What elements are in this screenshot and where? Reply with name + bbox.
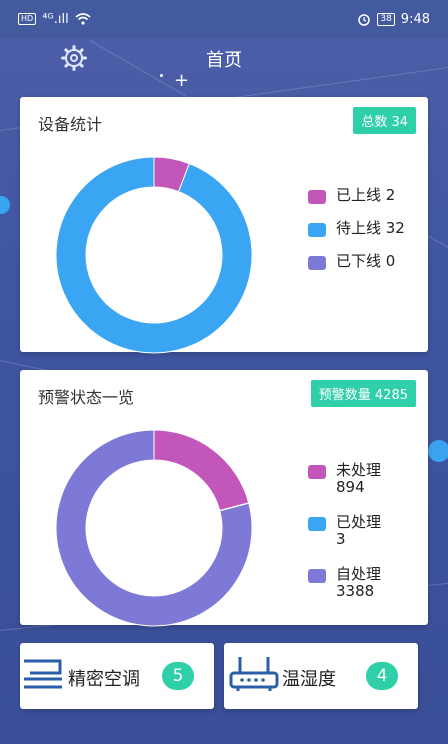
legend-label: 待上线 32 (336, 219, 405, 237)
alert-legend: 未处理 894 已处理 3 自处理 3388 (308, 462, 381, 616)
device-stats-title: 设备统计 (38, 115, 103, 134)
battery-indicator: 38 (377, 12, 395, 26)
bottom-nav-partial (0, 728, 448, 744)
alarm-icon (358, 14, 371, 26)
shortcut-count: 5 (162, 662, 194, 690)
legend-swatch (308, 223, 326, 237)
legend-label: 已上线 2 (336, 186, 396, 204)
gear-icon[interactable] (60, 44, 88, 72)
legend-label: 自处理 (336, 565, 382, 583)
shortcut-label: 精密空调 (68, 669, 140, 690)
device-total-badge: 总数 34 (353, 107, 416, 134)
legend-swatch (308, 569, 326, 583)
alert-status-title: 预警状态一览 (38, 388, 135, 407)
legend-swatch (308, 465, 326, 479)
legend-label: 已处理 (336, 513, 382, 531)
device-donut-chart (55, 156, 253, 354)
donut-slice-待上线 (55, 156, 253, 354)
legend-item-offline: 已下线 0 (308, 253, 405, 270)
wifi-icon (75, 13, 91, 25)
legend-count: 3388 (336, 582, 375, 600)
legend-count: 3 (336, 530, 346, 548)
legend-swatch (308, 256, 326, 270)
app-header: 首页 + (0, 38, 448, 90)
legend-swatch (308, 190, 326, 204)
alert-donut-chart (55, 429, 253, 627)
legend-label: 未处理 (336, 461, 382, 479)
legend-count: 894 (336, 478, 365, 496)
clock: 9:48 (400, 11, 430, 27)
legend-swatch (308, 517, 326, 531)
donut-slice-未处理 (153, 429, 250, 512)
legend-label: 已下线 0 (336, 252, 396, 270)
shortcut-temp-humidity[interactable]: 温湿度 4 (224, 643, 418, 709)
router-icon (229, 657, 279, 691)
air-conditioner-icon (24, 659, 62, 689)
shortcut-air-conditioner[interactable]: 精密空调 5 (20, 643, 214, 709)
status-bar: HD ⁴ᴳ.ıll 38 9:48 (0, 0, 448, 38)
device-stats-card: 设备统计 总数 34 已上线 2 待上线 32 已下线 0 (20, 97, 428, 354)
alert-status-card: 预警状态一览 预警数量 4285 未处理 894 已处理 3 自处理 3388 (20, 370, 428, 627)
legend-item-unprocessed: 未处理 894 (308, 462, 381, 496)
shortcut-label: 温湿度 (282, 669, 336, 690)
legend-item-pending: 待上线 32 (308, 220, 405, 237)
plus-icon: + (174, 70, 190, 91)
legend-item-online: 已上线 2 (308, 187, 405, 204)
legend-item-processed: 已处理 3 (308, 514, 381, 548)
alert-count-badge: 预警数量 4285 (310, 380, 416, 407)
hd-indicator: HD (18, 13, 37, 25)
legend-item-self-processed: 自处理 3388 (308, 566, 381, 600)
page-title: 首页 (206, 50, 242, 71)
device-legend: 已上线 2 待上线 32 已下线 0 (308, 187, 405, 286)
signal-icon: ⁴ᴳ.ıll (42, 11, 69, 27)
shortcut-count: 4 (366, 662, 398, 690)
